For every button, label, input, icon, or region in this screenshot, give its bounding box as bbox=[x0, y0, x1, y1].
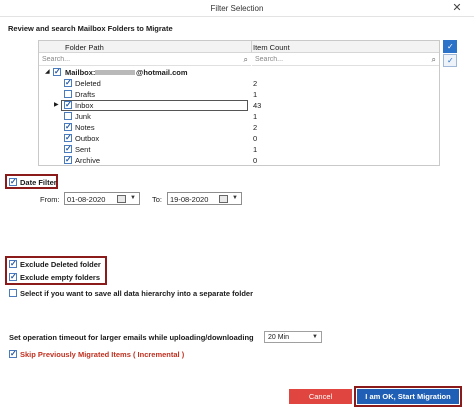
chevron-down-icon[interactable]: ▼ bbox=[232, 195, 238, 201]
folder-checkbox[interactable] bbox=[64, 122, 72, 131]
select-all-button[interactable]: ✓ bbox=[443, 40, 457, 53]
folder-checkbox[interactable] bbox=[64, 100, 72, 109]
search-icon[interactable]: ⌕ bbox=[432, 55, 436, 65]
folder-item-count: 0 bbox=[253, 134, 258, 143]
collapse-icon[interactable]: ◢ bbox=[45, 68, 50, 75]
folder-name: Archive bbox=[75, 156, 101, 165]
cancel-button[interactable]: Cancel bbox=[289, 389, 352, 404]
from-label: From: bbox=[40, 195, 60, 204]
from-date-picker[interactable]: 01-08-2020 ▼ bbox=[64, 192, 140, 205]
timeout-select[interactable]: 20 Min ▼ bbox=[264, 331, 322, 343]
folder-name: Sent bbox=[75, 145, 91, 154]
grid-header: Folder Path Item Count bbox=[39, 41, 439, 53]
folder-grid: Folder Path Item Count ⌕ ⌕ ◢ Mailbox: @h… bbox=[38, 40, 440, 166]
mailbox-email: @hotmail.com bbox=[136, 68, 188, 77]
exclude-empty-label: Exclude empty folders bbox=[20, 273, 101, 282]
separate-folder-checkbox[interactable] bbox=[9, 289, 17, 297]
folder-name: Junk bbox=[75, 112, 91, 121]
start-migration-button[interactable]: I am OK, Start Migration bbox=[357, 389, 459, 404]
col-item-count[interactable]: Item Count bbox=[253, 43, 290, 52]
folder-item-count: 2 bbox=[253, 79, 258, 88]
col-folder-path[interactable]: Folder Path bbox=[65, 43, 104, 52]
separate-folder-label: Select if you want to save all data hier… bbox=[20, 289, 253, 298]
folder-checkbox[interactable] bbox=[64, 133, 72, 142]
folder-checkbox[interactable] bbox=[64, 144, 72, 153]
folder-name: Notes bbox=[75, 123, 95, 132]
check-icon: ✓ bbox=[447, 42, 454, 51]
folder-search: ⌕ bbox=[39, 54, 251, 66]
folder-item-count: 1 bbox=[253, 145, 258, 154]
mailbox-label: Mailbox: bbox=[65, 68, 96, 77]
chevron-down-icon[interactable]: ▼ bbox=[130, 195, 136, 201]
folder-row[interactable]: Drafts 1 bbox=[39, 89, 439, 100]
folder-checkbox[interactable] bbox=[64, 112, 72, 120]
count-search: ⌕ bbox=[252, 54, 439, 66]
folder-item-count: 1 bbox=[253, 90, 258, 99]
folder-search-input[interactable] bbox=[39, 54, 251, 65]
folder-checkbox[interactable] bbox=[64, 90, 72, 98]
date-filter-checkbox[interactable] bbox=[9, 177, 17, 186]
folder-row[interactable]: Junk 1 bbox=[39, 111, 439, 122]
title-bar: Filter Selection ✕ bbox=[0, 0, 474, 17]
search-icon[interactable]: ⌕ bbox=[244, 55, 248, 65]
skip-migrated-label: Skip Previously Migrated Items ( Increme… bbox=[20, 350, 185, 359]
mailbox-root-row[interactable]: ◢ Mailbox: @hotmail.com bbox=[39, 67, 439, 78]
skip-migrated-checkbox[interactable] bbox=[9, 349, 17, 358]
exclude-deleted-label: Exclude Deleted folder bbox=[20, 260, 101, 269]
chevron-down-icon[interactable]: ▼ bbox=[312, 334, 318, 340]
folder-name: Outbox bbox=[75, 134, 100, 143]
to-date-picker[interactable]: 19-08-2020 ▼ bbox=[167, 192, 242, 205]
section-heading: Review and search Mailbox Folders to Mig… bbox=[8, 24, 173, 33]
folder-item-count: 1 bbox=[253, 112, 258, 121]
close-icon[interactable]: ✕ bbox=[444, 0, 470, 16]
date-filter-label: Date Filter bbox=[20, 178, 57, 187]
calendar-icon[interactable] bbox=[117, 195, 126, 203]
folder-row[interactable]: ▶ Inbox 43 bbox=[39, 100, 439, 111]
to-date-value: 19-08-2020 bbox=[170, 195, 209, 204]
folder-name: Drafts bbox=[75, 90, 96, 99]
folder-name: Inbox bbox=[75, 101, 94, 110]
folder-checkbox[interactable] bbox=[64, 155, 72, 164]
folder-row[interactable]: Notes 2 bbox=[39, 122, 439, 133]
timeout-value: 20 Min bbox=[268, 334, 290, 341]
folder-checkbox[interactable] bbox=[64, 78, 72, 87]
exclude-empty-checkbox[interactable] bbox=[9, 272, 17, 281]
folder-row[interactable]: Sent 1 bbox=[39, 144, 439, 155]
calendar-icon[interactable] bbox=[219, 195, 228, 203]
mailbox-checkbox[interactable] bbox=[53, 67, 61, 76]
folder-row[interactable]: Outbox 0 bbox=[39, 133, 439, 144]
to-label: To: bbox=[152, 195, 163, 204]
window-title: Filter Selection bbox=[210, 4, 264, 13]
exclude-deleted-checkbox[interactable] bbox=[9, 259, 17, 268]
folder-row[interactable]: Deleted 2 bbox=[39, 78, 439, 89]
folder-name: Deleted bbox=[75, 79, 101, 88]
folder-row[interactable]: Archive 0 bbox=[39, 155, 439, 166]
folder-item-count: 2 bbox=[253, 123, 258, 132]
check-icon: ✓ bbox=[447, 56, 454, 65]
count-search-input[interactable] bbox=[252, 54, 439, 65]
folder-item-count: 0 bbox=[253, 156, 258, 165]
unselect-all-button[interactable]: ✓ bbox=[443, 54, 457, 67]
timeout-label: Set operation timeout for larger emails … bbox=[9, 333, 254, 342]
from-date-value: 01-08-2020 bbox=[67, 195, 106, 204]
expand-icon[interactable]: ▶ bbox=[54, 101, 59, 108]
redacted-address bbox=[95, 70, 135, 75]
folder-item-count: 43 bbox=[253, 101, 262, 110]
column-divider[interactable] bbox=[251, 41, 252, 53]
